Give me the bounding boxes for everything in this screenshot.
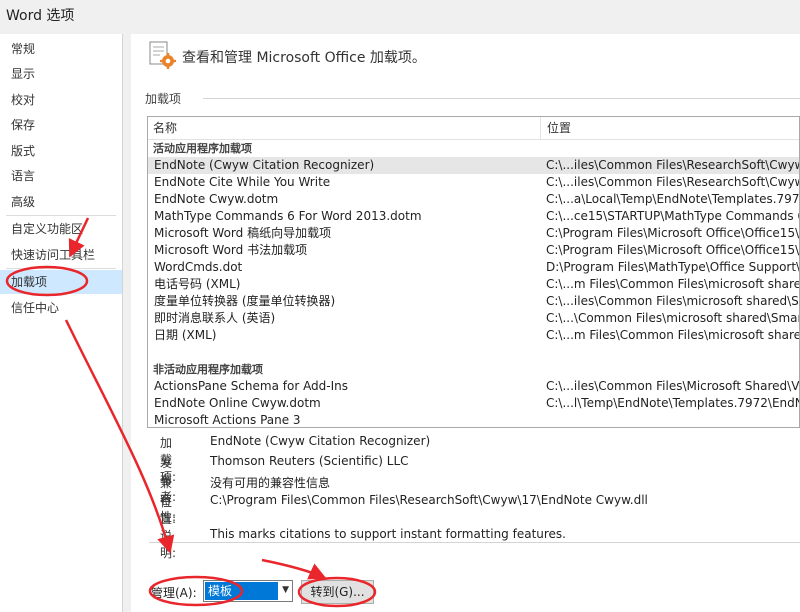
sidebar-item-addins[interactable]: 加载项	[0, 270, 122, 294]
table-row[interactable]: Microsoft Word 书法加载项 C:\Program Files\Mi…	[148, 242, 800, 259]
row-name: Microsoft Word 稿纸向导加载项	[154, 226, 332, 240]
sidebar-item-save[interactable]: 保存	[0, 113, 122, 137]
row-location: C:\...iles\Common Files\ResearchSoft\Cwy…	[546, 175, 799, 189]
table-row[interactable]: 电话号码 (XML) C:\...m Files\Common Files\mi…	[148, 276, 799, 293]
row-location: C:\Program Files\Microsoft Office\Office…	[546, 226, 800, 240]
row-name: Microsoft Actions Pane 3	[154, 413, 301, 427]
table-row[interactable]: ActionsPane Schema for Add-Ins C:\...ile…	[148, 378, 800, 395]
sidebar-item-display[interactable]: 显示	[0, 62, 122, 86]
group-header-active: 活动应用程序加载项	[153, 142, 252, 155]
main-panel: 查看和管理 Microsoft Office 加载项。 加载项 名称 位置 活动…	[131, 34, 800, 612]
manage-label: 管理(A):	[151, 586, 197, 600]
row-location: C:\...iles\Common Files\ResearchSoft\Cwy…	[546, 158, 799, 172]
table-row[interactable]: 即时消息联系人 (英语) C:\...\Common Files\microso…	[148, 310, 800, 327]
row-location: C:\...iles\Common Files\Microsoft Shared…	[546, 379, 800, 393]
column-header-location[interactable]: 位置	[542, 117, 799, 139]
table-row[interactable]: WordCmds.dot D:\Program Files\MathType\O…	[148, 259, 800, 276]
row-location: C:\...m Files\Common Files\microsoft sha…	[546, 328, 799, 342]
sidebar-item-proofing[interactable]: 校对	[0, 88, 122, 112]
table-row[interactable]: EndNote (Cwyw Citation Recognizer) C:\..…	[148, 157, 799, 174]
table-row[interactable]: Microsoft Actions Pane 3	[148, 412, 799, 427]
column-header-name[interactable]: 名称	[148, 117, 541, 139]
detail-value-addin: EndNote (Cwyw Citation Recognizer)	[210, 434, 431, 448]
row-location: C:\Program Files\Microsoft Office\Office…	[546, 243, 800, 257]
sidebar-divider	[6, 268, 116, 269]
detail-label-location: 位置:	[160, 495, 177, 526]
go-button[interactable]: 转到(G)...	[301, 580, 374, 604]
table-row[interactable]: EndNote Cite While You Write C:\...iles\…	[148, 174, 799, 191]
sidebar-item-trust-center[interactable]: 信任中心	[0, 296, 122, 320]
detail-label-description: 说明:	[160, 529, 177, 560]
sidebar: 常规 显示 校对 保存 版式 语言 高级 自定义功能区 快速访问工具栏 加载项 …	[0, 34, 123, 612]
row-location: D:\Program Files\MathType\Office Support…	[546, 260, 800, 274]
sidebar-item-general[interactable]: 常规	[0, 37, 122, 61]
row-name: 电话号码 (XML)	[154, 277, 241, 291]
sidebar-divider	[6, 215, 116, 216]
sidebar-item-advanced[interactable]: 高级	[0, 190, 122, 214]
row-name: EndNote Online Cwyw.dotm	[154, 396, 321, 410]
page-title: 查看和管理 Microsoft Office 加载项。	[182, 50, 426, 66]
row-location: C:\...\Common Files\microsoft shared\Sma…	[546, 311, 800, 325]
title-bar: Word 选项	[0, 0, 800, 30]
row-name: 即时消息联系人 (英语)	[154, 311, 276, 325]
row-location: C:\...l\Temp\EndNote\Templates.7972\EndN…	[546, 396, 800, 410]
row-name: EndNote Cwyw.dotm	[154, 192, 279, 206]
section-divider	[203, 98, 800, 99]
row-location: C:\...a\Local\Temp\EndNote\Templates.797…	[546, 192, 800, 206]
row-name: WordCmds.dot	[154, 260, 243, 274]
detail-value-publisher: Thomson Reuters (Scientific) LLC	[210, 454, 409, 468]
row-location: C:\...ce15\STARTUP\MathType Commands 6 F…	[546, 209, 799, 223]
group-header-inactive: 非活动应用程序加载项	[153, 363, 263, 376]
addins-list[interactable]: 名称 位置 活动应用程序加载项 EndNote (Cwyw Citation R…	[147, 116, 800, 428]
sidebar-item-language[interactable]: 语言	[0, 164, 122, 188]
addins-gear-icon	[149, 41, 176, 69]
row-location: C:\...iles\Common Files\microsoft shared…	[546, 294, 799, 308]
table-row[interactable]: EndNote Cwyw.dotm C:\...a\Local\Temp\End…	[148, 191, 800, 208]
row-name: 日期 (XML)	[154, 328, 217, 342]
table-row[interactable]: MathType Commands 6 For Word 2013.dotm C…	[148, 208, 799, 225]
table-row[interactable]: Microsoft Word 稿纸向导加载项 C:\Program Files\…	[148, 225, 800, 242]
manage-dropdown[interactable]: 模板 ▼	[203, 580, 293, 602]
row-name: EndNote (Cwyw Citation Recognizer)	[154, 158, 375, 172]
table-row[interactable]: 度量单位转换器 (度量单位转换器) C:\...iles\Common File…	[148, 293, 799, 310]
detail-value-compatibility: 没有可用的兼容性信息	[210, 476, 331, 490]
detail-value-location: C:\Program Files\Common Files\ResearchSo…	[210, 493, 648, 507]
row-name: ActionsPane Schema for Add-Ins	[154, 379, 349, 393]
sidebar-item-layout[interactable]: 版式	[0, 139, 122, 163]
window-title: Word 选项	[6, 8, 75, 24]
row-name: EndNote Cite While You Write	[154, 175, 331, 189]
bottom-divider	[149, 542, 800, 543]
row-name: Microsoft Word 书法加载项	[154, 243, 308, 257]
row-location: C:\...m Files\Common Files\microsoft sha…	[546, 277, 799, 291]
table-row[interactable]: 日期 (XML) C:\...m Files\Common Files\micr…	[148, 327, 799, 344]
sidebar-item-customize-ribbon[interactable]: 自定义功能区	[0, 217, 122, 241]
section-label-addins: 加载项	[145, 92, 182, 106]
chevron-down-icon[interactable]: ▼	[282, 585, 289, 595]
table-row[interactable]: EndNote Online Cwyw.dotm C:\...l\Temp\En…	[148, 395, 800, 412]
sidebar-item-quick-access-toolbar[interactable]: 快速访问工具栏	[0, 243, 122, 267]
row-name: MathType Commands 6 For Word 2013.dotm	[154, 209, 422, 223]
row-name: 度量单位转换器 (度量单位转换器)	[154, 294, 336, 308]
manage-dropdown-value: 模板	[205, 582, 278, 600]
detail-value-description: This marks citations to support instant …	[210, 527, 566, 541]
